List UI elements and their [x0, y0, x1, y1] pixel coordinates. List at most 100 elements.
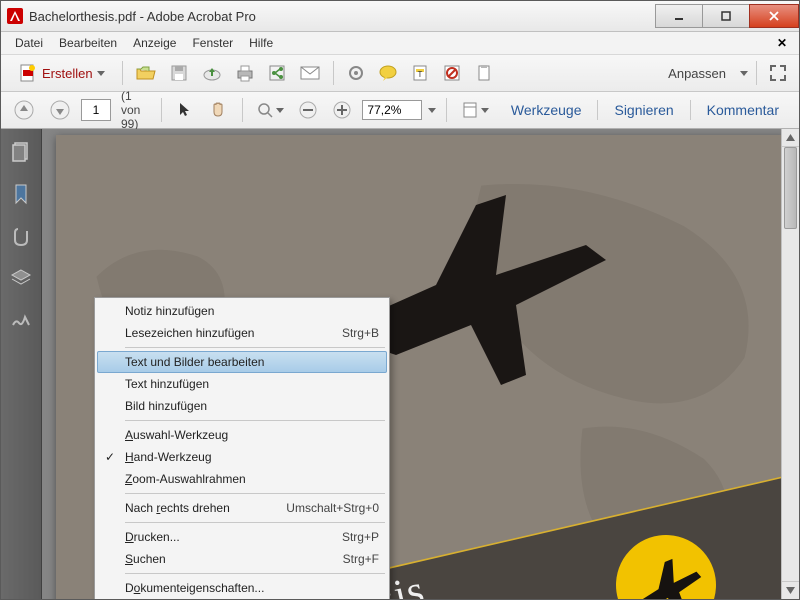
dropdown-arrow-icon	[481, 108, 489, 113]
cloud-button[interactable]	[197, 60, 227, 86]
menu-datei[interactable]: Datei	[7, 34, 51, 52]
ctx-hand-tool[interactable]: ✓Hand-Werkzeug	[97, 446, 387, 468]
share-icon	[267, 63, 287, 83]
titlebar: Bachelorthesis.pdf - Adobe Acrobat Pro	[1, 1, 799, 32]
menubar-close-button[interactable]: ✕	[771, 34, 793, 52]
arrow-up-circle-icon	[13, 99, 35, 121]
ctx-print[interactable]: Drucken...Strg+P	[97, 526, 387, 548]
page-up-button[interactable]	[9, 96, 39, 124]
scroll-thumb[interactable]	[784, 147, 797, 229]
clipboard-icon	[474, 63, 494, 83]
zoom-out-button[interactable]	[294, 97, 322, 123]
maximize-button[interactable]	[702, 4, 750, 28]
thumbnails-icon[interactable]	[10, 141, 32, 163]
settings-button[interactable]	[342, 60, 370, 86]
scroll-up-button[interactable]	[782, 129, 799, 147]
select-tool-button[interactable]	[172, 98, 198, 122]
attachments-icon[interactable]	[10, 225, 32, 247]
context-menu-separator	[125, 347, 385, 348]
ctx-add-note[interactable]: Notiz hinzufügen	[97, 300, 387, 322]
navigation-sidebar	[1, 129, 42, 599]
save-button[interactable]	[165, 60, 193, 86]
window-title: Bachelorthesis.pdf - Adobe Acrobat Pro	[29, 9, 656, 24]
airplane-small-icon	[622, 545, 711, 599]
ctx-document-properties[interactable]: Dokumenteigenschaften...	[97, 577, 387, 599]
ctx-edit-text-images[interactable]: Text und Bilder bearbeiten	[97, 351, 387, 373]
gear-icon	[346, 63, 366, 83]
customize-label[interactable]: Anpassen	[668, 66, 726, 81]
scroll-down-button[interactable]	[782, 581, 799, 599]
menu-fenster[interactable]: Fenster	[184, 34, 241, 52]
tools-panel-link[interactable]: Werkzeuge	[499, 98, 594, 122]
sign-panel-link[interactable]: Signieren	[602, 98, 685, 122]
dropdown-arrow-icon	[97, 71, 105, 76]
ctx-select-tool[interactable]: Auswahl-Werkzeug	[97, 424, 387, 446]
highlight-text-icon: T	[410, 63, 430, 83]
zoom-marquee-button[interactable]	[252, 98, 288, 122]
context-menu-separator	[125, 493, 385, 494]
share-button[interactable]	[263, 60, 291, 86]
separator	[756, 61, 757, 85]
expand-icon	[769, 64, 787, 82]
dropdown-arrow-icon	[740, 71, 748, 76]
context-menu-separator	[125, 522, 385, 523]
open-button[interactable]	[131, 60, 161, 86]
zoom-in-button[interactable]	[328, 97, 356, 123]
attach-button[interactable]	[470, 60, 498, 86]
plus-circle-icon	[332, 100, 352, 120]
save-icon	[169, 63, 189, 83]
separator	[690, 100, 691, 120]
create-pdf-icon	[18, 63, 38, 83]
fullscreen-button[interactable]	[765, 61, 791, 85]
minimize-button[interactable]	[655, 4, 703, 28]
menu-hilfe[interactable]: Hilfe	[241, 34, 281, 52]
create-button[interactable]: Erstellen	[9, 59, 114, 87]
page-count-label: (1 von 99)	[121, 89, 147, 131]
zoom-level-input[interactable]	[362, 100, 422, 120]
signatures-icon[interactable]	[10, 309, 32, 331]
reading-mode-button[interactable]	[457, 98, 493, 122]
content-area: Bachelorthesis Analyse zur Empfehlung ei…	[1, 129, 799, 599]
hand-tool-button[interactable]	[204, 97, 232, 123]
ctx-add-bookmark[interactable]: Lesezeichen hinzufügenStrg+B	[97, 322, 387, 344]
separator	[122, 61, 123, 85]
toolbar-navigation: (1 von 99) Werkzeuge Signieren Kommentar	[1, 92, 799, 129]
context-menu-separator	[125, 420, 385, 421]
zoom-select-icon	[256, 101, 274, 119]
comment-panel-link[interactable]: Kommentar	[695, 98, 791, 122]
page-down-button[interactable]	[45, 96, 75, 124]
cancel-stamp-icon	[442, 63, 462, 83]
app-window: Bachelorthesis.pdf - Adobe Acrobat Pro D…	[0, 0, 800, 600]
cursor-icon	[176, 101, 194, 119]
envelope-icon	[299, 64, 321, 82]
layers-icon[interactable]	[10, 267, 32, 289]
email-button[interactable]	[295, 61, 325, 85]
arrow-down-circle-icon	[49, 99, 71, 121]
ctx-search[interactable]: SuchenStrg+F	[97, 548, 387, 570]
toolbar-main: Erstellen T Anpassen	[1, 55, 799, 92]
page-number-input[interactable]	[81, 99, 111, 121]
bookmarks-icon[interactable]	[10, 183, 32, 205]
create-label: Erstellen	[42, 66, 93, 81]
menubar: Datei Bearbeiten Anzeige Fenster Hilfe ✕	[1, 32, 799, 55]
close-button[interactable]	[749, 4, 799, 28]
dropdown-arrow-icon[interactable]	[428, 108, 436, 113]
comment-button[interactable]	[374, 60, 402, 86]
menu-bearbeiten[interactable]: Bearbeiten	[51, 34, 125, 52]
hand-icon	[208, 100, 228, 120]
stamp-button[interactable]	[438, 60, 466, 86]
ctx-add-image[interactable]: Bild hinzufügen	[97, 395, 387, 417]
cloud-upload-icon	[201, 63, 223, 83]
vertical-scrollbar[interactable]	[781, 129, 799, 599]
ctx-zoom-marquee[interactable]: Zoom-Auswahlrahmen	[97, 468, 387, 490]
menu-anzeige[interactable]: Anzeige	[125, 34, 184, 52]
printer-icon	[235, 63, 255, 83]
minus-circle-icon	[298, 100, 318, 120]
app-icon	[7, 8, 23, 24]
dropdown-arrow-icon	[276, 108, 284, 113]
check-icon: ✓	[105, 450, 115, 464]
highlight-button[interactable]: T	[406, 60, 434, 86]
ctx-add-text[interactable]: Text hinzufügen	[97, 373, 387, 395]
print-button[interactable]	[231, 60, 259, 86]
ctx-rotate-right[interactable]: Nach rechts drehenUmschalt+Strg+0	[97, 497, 387, 519]
